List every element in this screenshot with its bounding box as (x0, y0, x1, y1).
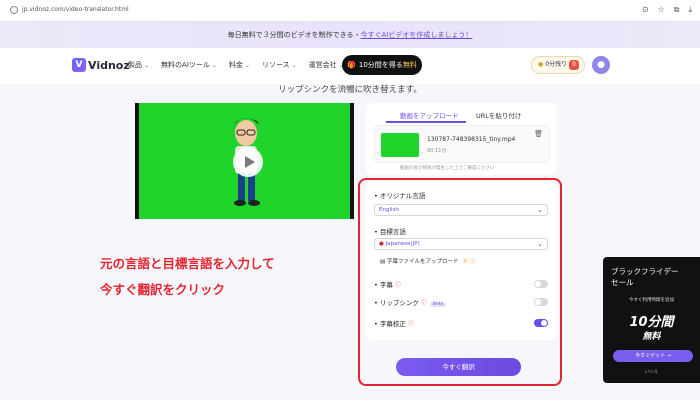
site-info-icon[interactable] (10, 6, 18, 14)
promo-link[interactable]: 今すぐAIビデオを作成しましょう！ (361, 31, 473, 39)
get-free-minutes-button[interactable]: 🎁 10分間を得る無料 (342, 55, 422, 75)
browser-toolbar: jp.vidnoz.com/video-translator.html ⊙ ☆ … (0, 0, 700, 22)
chevron-down-icon: ⌄ (144, 62, 150, 69)
logo-icon: V (72, 58, 86, 72)
highlight-frame (358, 178, 562, 386)
logo[interactable]: V Vidnoz (72, 58, 130, 72)
ad-title: ブラックフライデー セール (611, 267, 679, 287)
file-duration: 00:11分 (427, 148, 447, 154)
ad-headline: 10分間 (629, 315, 674, 330)
logo-text: Vidnoz (88, 58, 130, 72)
file-name: 130787-748398315_tiny.mp4 (427, 136, 516, 143)
promo-text: 毎日無料で３分間のビデオを制作できる・ (227, 31, 361, 39)
credits-badge: 0 (569, 60, 579, 70)
nav-item-products[interactable]: 製品 ⌄ (128, 60, 149, 70)
nav-item-resources[interactable]: リソース ⌄ (262, 60, 297, 70)
chevron-down-icon: ⌄ (291, 62, 297, 69)
annotation-line-2: 今すぐ翻訳をクリック (100, 282, 226, 297)
address-bar[interactable]: jp.vidnoz.com/video-translator.html (22, 6, 129, 13)
extensions-icon[interactable]: ⧉ (674, 5, 680, 15)
user-avatar-icon[interactable]: ● (592, 56, 610, 74)
nav-item-pricing[interactable]: 料金 ⌄ (229, 60, 250, 70)
site-header: V Vidnoz 製品⌄ 無料のAIツール⌄ 料金⌄ リソース⌄ 運営会社⌄ 🎁… (0, 48, 700, 84)
star-icon[interactable]: ☆ (658, 5, 665, 15)
tab-upload-video[interactable]: 動画をアップロード (400, 110, 459, 120)
credits-indicator[interactable]: ● 0分残り 0 (531, 56, 585, 74)
file-thumbnail (381, 133, 419, 157)
ad-subtitle: 今すぐ利用時間を追加 (629, 298, 674, 303)
ad-dismiss-link[interactable]: いいえ (603, 369, 700, 375)
chevron-down-icon: ⌄ (244, 62, 250, 69)
upload-panel: 動画をアップロード URLを貼り付け 130787-748398315_tiny… (366, 103, 556, 175)
chevron-down-icon: ⌄ (211, 62, 217, 69)
black-friday-ad[interactable]: ブラックフライデー セール 今すぐ利用時間を追加 10分間 無料 今すぐゲット →… (603, 257, 700, 383)
active-tab-indicator (386, 121, 466, 123)
video-preview[interactable] (135, 103, 354, 219)
cast-icon[interactable]: ⊙ (642, 5, 649, 15)
trash-icon[interactable]: 🗑 (534, 130, 543, 138)
tab-paste-url[interactable]: URLを貼り付け (476, 110, 521, 120)
ad-get-now-button[interactable]: 今すぐゲット → (613, 350, 693, 362)
coin-icon: ● (538, 61, 544, 68)
green-screen (139, 103, 350, 219)
play-button-icon[interactable] (233, 147, 263, 177)
promo-banner: 毎日無料で３分間のビデオを制作できる・今すぐAIビデオを作成しましょう！ (0, 22, 700, 48)
gift-icon: 🎁 (347, 61, 356, 69)
nav-item-company[interactable]: 運営会社⌄ (309, 60, 344, 70)
nav-menu: 製品⌄ 無料のAIツール⌄ 料金⌄ リソース⌄ 運営会社⌄ (128, 60, 344, 70)
page-subtitle: リップシンクを流暢に吹き替えます。 (278, 85, 422, 95)
nav-item-free-ai-tools[interactable]: 無料のAIツール ⌄ (161, 60, 217, 70)
uploaded-file-card: 130787-748398315_tiny.mp4 00:11分 🗑 (374, 125, 550, 163)
browser-actions: ⊙ ☆ ⧉ ⤓ (642, 5, 692, 15)
upload-note: 動画の長さ制限が発生した上でご確認ください (400, 166, 495, 171)
ad-free-label: 無料 (642, 332, 661, 342)
downloads-icon[interactable]: ⤓ (688, 5, 692, 15)
annotation-line-1: 元の言語と目標言語を入力して (100, 256, 275, 271)
